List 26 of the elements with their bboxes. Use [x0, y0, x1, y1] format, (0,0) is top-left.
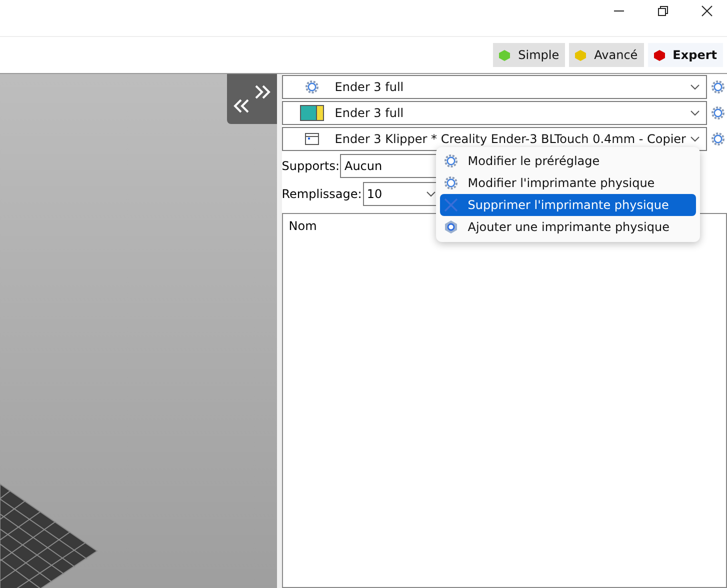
close-icon[interactable]	[701, 5, 713, 17]
chevron-down-icon	[690, 110, 700, 116]
preset-dropdown[interactable]: Ender 3 Klipper * Creality Ender-3 BLTouch 0.4mm - Copier	[282, 127, 707, 151]
filament-color-icon	[300, 105, 324, 121]
delete-icon	[444, 198, 458, 212]
chevron-down-icon	[690, 84, 700, 90]
supports-label: Supports:	[282, 159, 340, 173]
gear-icon	[304, 80, 319, 94]
hexagon-icon	[444, 220, 458, 234]
chevron-down-icon	[690, 136, 700, 142]
infill-label: Remplissage:	[282, 187, 362, 201]
preset-dropdown[interactable]: Ender 3 full	[282, 75, 707, 99]
restore-icon[interactable]	[657, 5, 669, 17]
collapse-sidebar-button[interactable]	[226, 74, 277, 124]
mode-button[interactable]: Avancé	[569, 43, 644, 67]
gear-icon	[444, 154, 458, 168]
mode-button[interactable]: Simple	[493, 43, 566, 67]
preset-dropdown[interactable]: Ender 3 full	[282, 101, 707, 125]
gear-icon	[444, 176, 458, 190]
printer-icon	[304, 133, 319, 145]
mode-button[interactable]: Expert	[648, 43, 723, 67]
menu-item[interactable]: Ajouter une imprimante physique	[440, 216, 696, 238]
chevron-down-icon	[426, 191, 436, 197]
column-header: Nom	[288, 219, 318, 233]
menu-item[interactable]: Modifier le préréglage	[440, 150, 696, 172]
menu-item[interactable]: Supprimer l'imprimante physique	[440, 194, 696, 216]
